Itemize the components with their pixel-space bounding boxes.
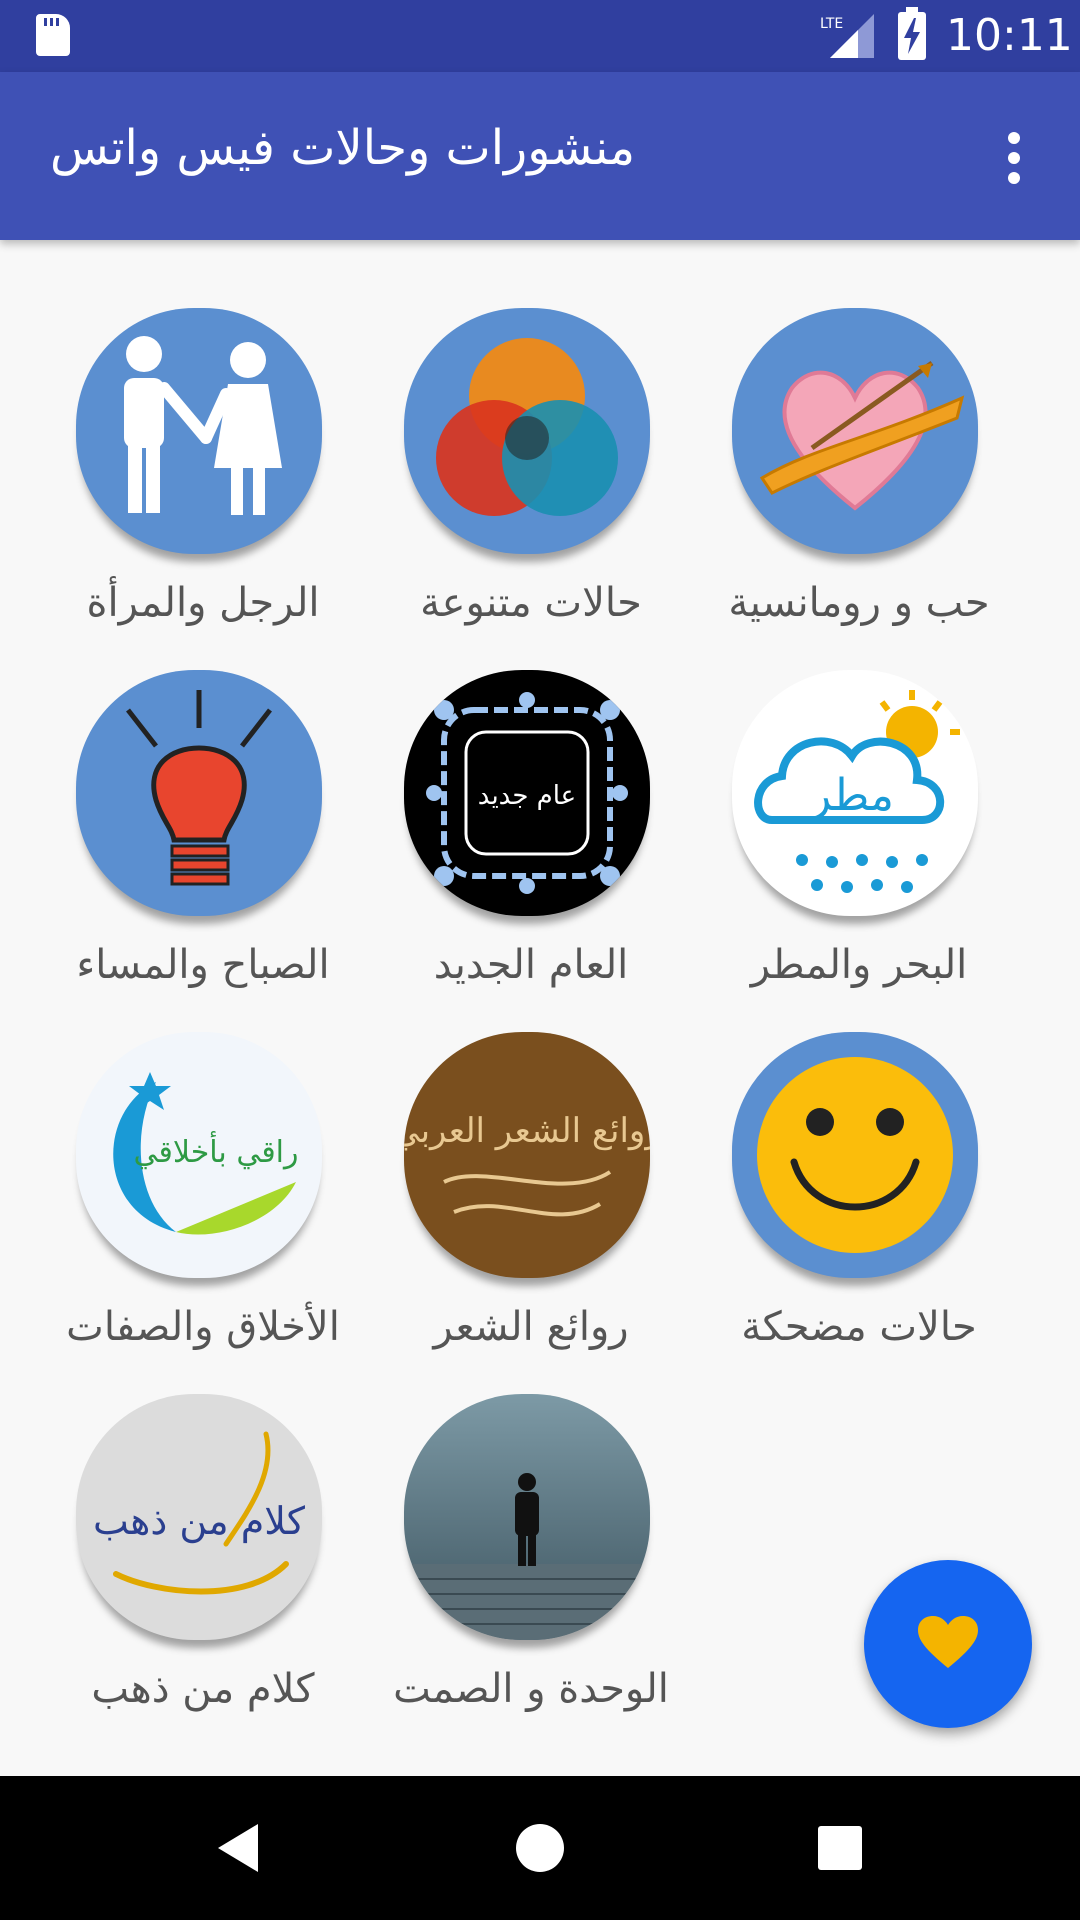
home-icon[interactable] — [510, 1818, 570, 1878]
back-icon[interactable] — [210, 1818, 270, 1878]
category-morals[interactable]: راقي بأخلاقي الأخلاق والصفات — [38, 1032, 340, 1372]
category-funny[interactable]: حالات مضحكة — [694, 1032, 994, 1372]
svg-text:راقي بأخلاقي: راقي بأخلاقي — [134, 1130, 299, 1170]
category-label: الأخلاق والصفات — [66, 1304, 340, 1350]
category-golden-words[interactable]: كلام من ذهب كلام من ذهب — [38, 1394, 338, 1734]
navigation-bar — [0, 1776, 1080, 1920]
svg-text:عام جديد: عام جديد — [478, 781, 576, 811]
svg-text:كلام من ذهب: كلام من ذهب — [93, 1499, 306, 1544]
heart-icon — [918, 1616, 978, 1668]
category-label: حالات مضحكة — [741, 1304, 977, 1350]
category-label: العام الجديد — [433, 942, 629, 988]
category-label: الوحدة و الصمت — [393, 1666, 669, 1712]
color-circles-icon — [404, 308, 650, 554]
heart-arrow-icon — [732, 308, 978, 554]
svg-text:LTE: LTE — [820, 16, 843, 32]
moon-star-icon: راقي بأخلاقي — [76, 1032, 322, 1278]
lonely-man-icon — [404, 1394, 650, 1640]
category-loneliness[interactable]: الوحدة و الصمت — [366, 1394, 669, 1734]
clock: 10:11 — [946, 10, 1073, 61]
gold-calligraphy-icon: كلام من ذهب — [76, 1394, 322, 1640]
category-label: الرجل والمرأة — [86, 580, 320, 626]
category-various[interactable]: حالات متنوعة — [366, 308, 666, 648]
cloud-rain-icon: مطر — [732, 670, 978, 916]
category-label: البحر والمطر — [750, 942, 968, 988]
svg-text:مطر: مطر — [808, 770, 894, 821]
category-man-woman[interactable]: الرجل والمرأة — [38, 308, 338, 648]
category-poetry[interactable]: روائع الشعر العربي روائع الشعر — [366, 1032, 666, 1372]
overflow-menu-button[interactable] — [996, 128, 1032, 188]
status-bar: LTE 10:11 — [0, 0, 1080, 72]
category-label: روائع الشعر — [433, 1304, 629, 1350]
page-title: منشورات وحالات فيس واتس — [50, 120, 636, 176]
category-label: حب و رومانسية — [728, 580, 990, 626]
light-bulb-icon — [76, 670, 322, 916]
battery-charging-icon — [898, 7, 926, 60]
recents-icon[interactable] — [810, 1818, 870, 1878]
category-new-year[interactable]: عام جديد العام الجديد — [366, 670, 666, 1010]
ornament-frame-icon: عام جديد — [404, 670, 650, 916]
category-morning-evening[interactable]: الصباح والمساء — [38, 670, 338, 1010]
category-sea-rain[interactable]: مطر البحر والمطر — [694, 670, 994, 1010]
category-label: حالات متنوعة — [420, 580, 642, 626]
category-label: الصباح والمساء — [76, 942, 330, 988]
svg-text:روائع الشعر العربي: روائع الشعر العربي — [404, 1111, 650, 1151]
category-label: كلام من ذهب — [91, 1666, 315, 1712]
lte-signal-icon: LTE — [820, 14, 874, 58]
app-bar: منشورات وحالات فيس واتس — [0, 72, 1080, 240]
favorites-fab-button[interactable] — [864, 1560, 1032, 1728]
calligraphy-icon: روائع الشعر العربي — [404, 1032, 650, 1278]
sd-card-icon — [36, 14, 70, 56]
man-woman-icon — [76, 308, 322, 554]
category-love-romance[interactable]: حب و رومانسية — [694, 308, 994, 648]
smiley-icon — [732, 1032, 978, 1278]
